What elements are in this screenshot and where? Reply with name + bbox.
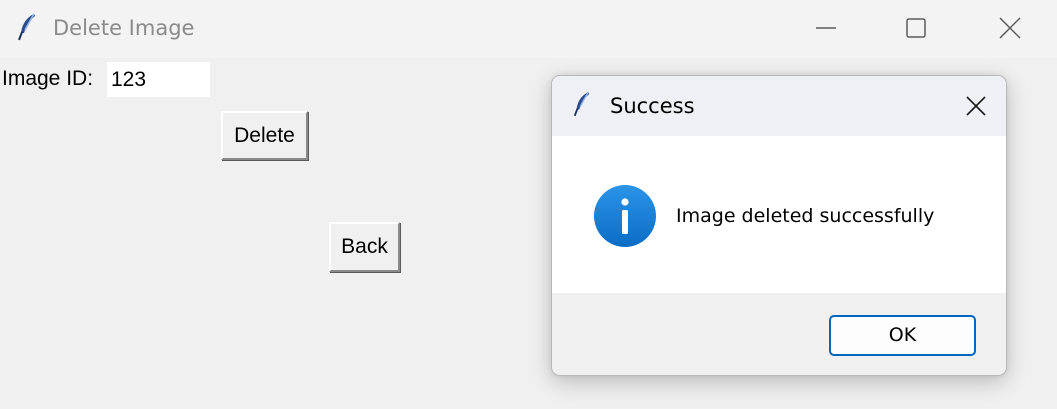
image-id-label: Image ID: xyxy=(2,67,94,90)
window-titlebar: Delete Image xyxy=(0,0,1057,58)
dialog-message: Image deleted successfully xyxy=(676,205,935,227)
close-button[interactable] xyxy=(980,0,1040,56)
dialog-footer: OK xyxy=(552,293,1006,375)
minimize-button[interactable] xyxy=(796,0,856,56)
ok-button[interactable]: OK xyxy=(829,315,976,356)
close-icon xyxy=(999,17,1021,39)
maximize-icon xyxy=(906,18,926,38)
minimize-icon xyxy=(816,27,836,29)
back-button[interactable]: Back xyxy=(329,222,400,272)
delete-button[interactable]: Delete xyxy=(221,111,308,160)
dialog-close-button[interactable] xyxy=(954,84,998,128)
image-id-input[interactable]: 123 xyxy=(106,61,211,98)
info-icon xyxy=(593,184,657,248)
maximize-button[interactable] xyxy=(886,0,946,56)
dialog-title: Success xyxy=(610,94,695,118)
dialog-titlebar: Success xyxy=(552,76,1006,136)
feather-icon xyxy=(16,12,38,42)
close-icon xyxy=(966,96,986,116)
feather-icon xyxy=(572,89,592,119)
dialog-body: Image deleted successfully xyxy=(552,136,1006,293)
success-dialog: Success Image deleted successfully OK xyxy=(551,75,1007,376)
window-title: Delete Image xyxy=(53,16,195,40)
